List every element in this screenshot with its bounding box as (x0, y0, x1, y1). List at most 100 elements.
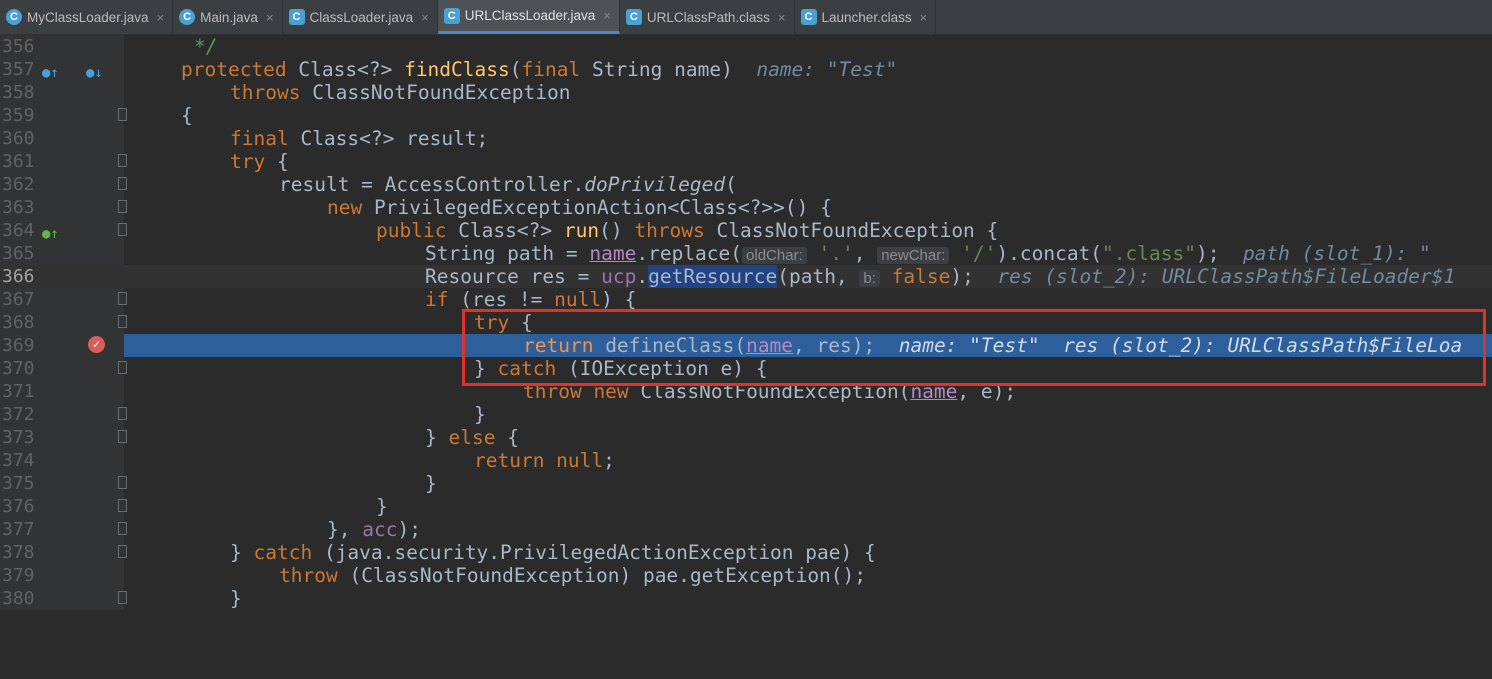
line-number: 373 (2, 427, 35, 448)
code-line: 375 } (0, 472, 1492, 495)
parameter-hint: b: (859, 270, 880, 287)
code-text[interactable]: } catch (java.security.PrivilegedActionE… (124, 541, 1492, 564)
tab-main-java[interactable]: C Main.java × (173, 0, 283, 34)
code-text[interactable]: { (124, 104, 1492, 127)
tab-launcher-class[interactable]: C Launcher.class × (795, 0, 937, 34)
code-text[interactable]: final Class<?> result; (124, 127, 1492, 150)
code-text[interactable]: throws ClassNotFoundException (124, 81, 1492, 104)
code-line: 357 ●↑ ●↓ protected Class<?> findClass(f… (0, 58, 1492, 81)
code-text[interactable]: return defineClass(name, res); name: "Te… (124, 334, 1492, 357)
code-text[interactable]: if (res != null) { (124, 288, 1492, 311)
line-number: 366 (2, 266, 35, 287)
token: } (474, 403, 486, 426)
code-text[interactable]: } (124, 403, 1492, 426)
token: { (507, 426, 519, 449)
code-line: 365 String path = name.replace(oldChar: … (0, 242, 1492, 265)
token: String path = (425, 242, 590, 265)
line-number: 357 (2, 59, 35, 80)
close-icon[interactable]: × (778, 10, 786, 25)
token: try (230, 150, 277, 173)
code-text[interactable]: throw new ClassNotFoundException(name, e… (124, 380, 1492, 403)
token: , e); (957, 380, 1017, 403)
gutter: 377 (0, 518, 127, 541)
code-line: 366 Resource res = ucp.getResource(path,… (0, 265, 1492, 288)
code-text[interactable]: } (124, 472, 1492, 495)
gutter: 359 (0, 104, 127, 127)
token: ); (397, 518, 421, 541)
line-number: 367 (2, 289, 35, 310)
code-text[interactable]: return null; (124, 449, 1492, 472)
token: (path, (777, 265, 860, 288)
class-icon: C (288, 9, 305, 25)
token: name (746, 334, 794, 357)
token: } (230, 541, 254, 564)
token: public (376, 219, 459, 242)
token: (IOException e) { (567, 357, 768, 380)
code-line: 372 } (0, 403, 1492, 426)
token: acc (362, 518, 398, 541)
close-icon[interactable]: × (603, 8, 611, 23)
token: ucp (601, 265, 637, 288)
tab-label: Main.java (200, 9, 258, 25)
code-text[interactable]: */ (124, 35, 1492, 58)
token: (res != (460, 288, 555, 311)
line-number: 365 (2, 243, 35, 264)
gutter: 370 (0, 357, 127, 380)
code-text[interactable]: }, acc); (124, 518, 1492, 541)
token: name (589, 242, 637, 265)
token: defineClass( (605, 334, 747, 357)
code-text[interactable]: } (124, 495, 1492, 518)
code-text[interactable]: Resource res = ucp.getResource(path, b: … (124, 265, 1492, 288)
code-editor[interactable]: 356 */ 357 ●↑ ●↓ protected Class<?> find… (0, 35, 1492, 611)
code-text[interactable]: } (124, 587, 1492, 610)
tab-label: Launcher.class (821, 9, 912, 25)
class-icon: C (179, 9, 196, 25)
code-line: 370 } catch (IOException e) { (0, 357, 1492, 380)
debug-inline-value: name: "Test" (756, 58, 898, 81)
breakpoint-icon[interactable]: ✓ (88, 336, 105, 353)
token: } (230, 587, 242, 610)
close-icon[interactable]: × (421, 10, 429, 25)
code-line: 380 } (0, 587, 1492, 610)
close-icon[interactable]: × (920, 10, 928, 25)
line-number: 375 (2, 473, 35, 494)
code-text[interactable]: try { (124, 311, 1492, 334)
token: (java.security.PrivilegedActionException… (323, 541, 876, 564)
token: final (230, 127, 301, 150)
class-icon: C (6, 9, 22, 25)
gutter: 380 (0, 587, 127, 610)
token: result = AccessController. (279, 173, 585, 196)
close-icon[interactable]: × (157, 10, 165, 25)
token: findClass (404, 58, 510, 81)
close-icon[interactable]: × (266, 10, 274, 25)
line-number: 360 (2, 128, 35, 149)
token: } (425, 472, 437, 495)
tab-urlclasspath-class[interactable]: C URLClassPath.class × (620, 0, 795, 34)
tab-urlclassloader-java[interactable]: C URLClassLoader.java × (437, 0, 620, 34)
code-text[interactable]: } else { (124, 426, 1492, 449)
token: ; (603, 449, 615, 472)
tab-myclassloader-java[interactable]: C MyClassLoader.java × (0, 0, 174, 34)
code-text[interactable]: String path = name.replace(oldChar: '.',… (124, 242, 1492, 265)
code-text[interactable]: throw (ClassNotFoundException) pae.getEx… (124, 564, 1492, 587)
code-text[interactable]: try { (124, 150, 1492, 173)
tab-classloader-java[interactable]: C ClassLoader.java × (283, 0, 438, 34)
code-line: 360 final Class<?> result; (0, 127, 1492, 150)
token: Class<?> (298, 58, 405, 81)
token: try (474, 311, 521, 334)
code-text[interactable]: new PrivilegedExceptionAction<Class<?>>(… (124, 196, 1492, 219)
line-number: 377 (2, 519, 35, 540)
gutter: 366 (0, 265, 124, 288)
code-text[interactable]: result = AccessController.doPrivileged( (124, 173, 1492, 196)
token: } (474, 357, 498, 380)
code-text[interactable]: } catch (IOException e) { (124, 357, 1492, 380)
token: ".class" (1102, 242, 1196, 265)
token: Class<?> result; (300, 127, 489, 150)
gutter: 367 (0, 288, 127, 311)
token: catch (253, 541, 324, 564)
code-text[interactable]: public Class<?> run() throws ClassNotFou… (124, 219, 1492, 242)
code-text[interactable]: protected Class<?> findClass(final Strin… (124, 58, 1492, 81)
code-line: 377 }, acc); (0, 518, 1492, 541)
token: if (425, 288, 461, 311)
line-number: 361 (2, 151, 35, 172)
